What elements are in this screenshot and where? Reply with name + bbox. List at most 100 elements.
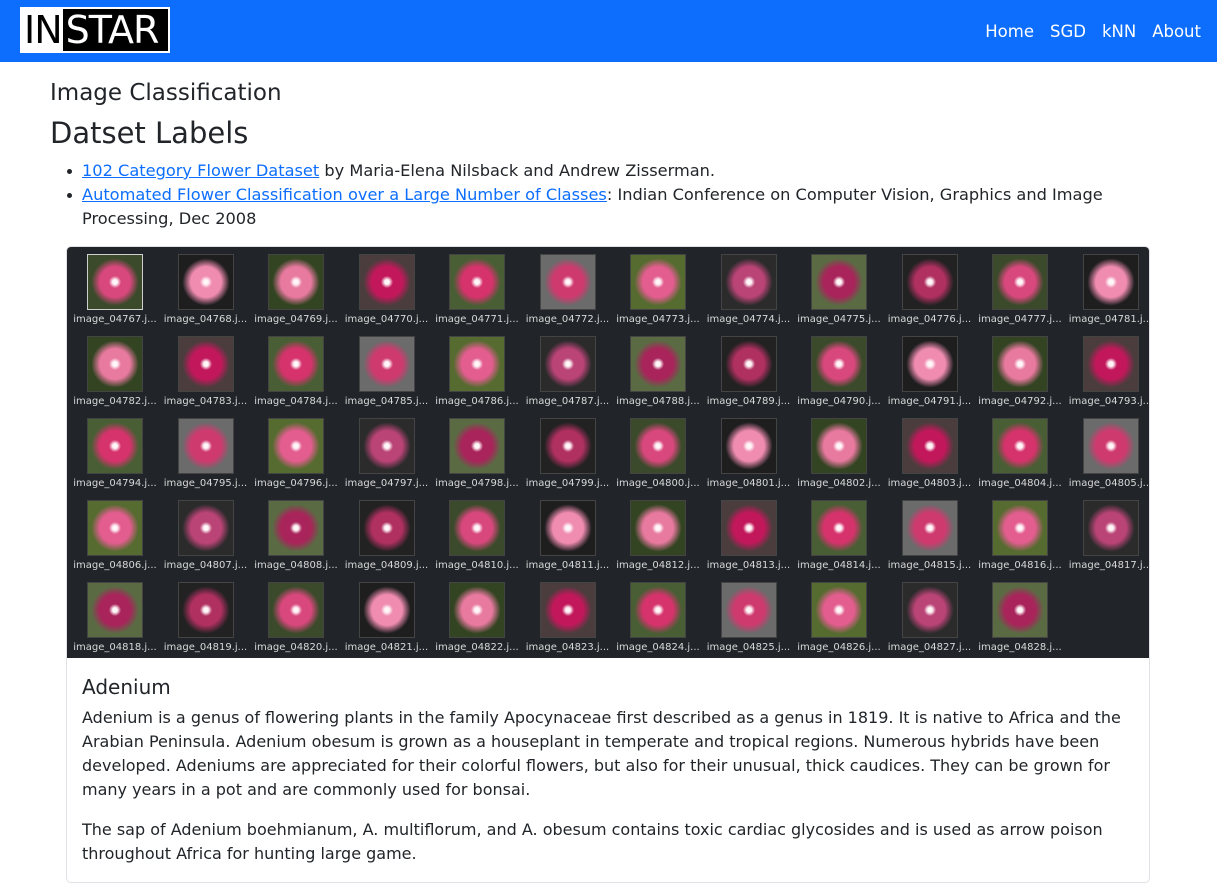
gallery-thumbnail[interactable]: image_04772.j... — [523, 247, 613, 329]
image-filename: image_04795.j... — [163, 478, 248, 489]
gallery-thumbnail[interactable]: image_04793.j... — [1066, 329, 1149, 411]
gallery-thumbnail[interactable]: image_04785.j... — [342, 329, 432, 411]
gallery-thumbnail[interactable]: image_04827.j... — [885, 575, 975, 657]
nav-about-link[interactable]: About — [1152, 22, 1201, 41]
image-filename: image_04820.j... — [254, 642, 338, 653]
image-filename: image_04805.j... — [1068, 478, 1150, 489]
image-filename: image_04812.j... — [616, 560, 700, 571]
paper-link[interactable]: Automated Flower Classification over a L… — [82, 185, 607, 204]
gallery-thumbnail[interactable]: image_04787.j... — [523, 329, 613, 411]
gallery-thumbnail[interactable]: image_04822.j... — [432, 575, 522, 657]
flower-image — [358, 336, 415, 392]
gallery-thumbnail[interactable]: image_04821.j... — [342, 575, 432, 657]
gallery-thumbnail[interactable]: image_04805.j... — [1066, 411, 1150, 493]
gallery-thumbnail[interactable]: image_04802.j... — [794, 411, 884, 493]
image-filename: image_04782.j... — [73, 396, 157, 407]
gallery-thumbnail[interactable]: image_04828.j... — [975, 575, 1065, 657]
flower-image — [177, 254, 234, 310]
gallery-thumbnail[interactable]: image_04769.j... — [251, 247, 341, 329]
gallery-thumbnail[interactable]: image_04813.j... — [704, 493, 794, 575]
gallery-thumbnail[interactable]: image_04819.j... — [161, 575, 251, 657]
gallery-thumbnail[interactable]: image_04804.j... — [975, 411, 1065, 493]
image-filename: image_04813.j... — [706, 560, 791, 571]
image-filename: image_04808.j... — [254, 560, 338, 571]
flower-dataset-link[interactable]: 102 Category Flower Dataset — [82, 161, 319, 180]
image-filename: image_04826.j... — [797, 642, 881, 653]
nav-knn-link[interactable]: kNN — [1102, 22, 1136, 41]
flower-image — [268, 418, 324, 474]
gallery-thumbnail[interactable]: image_04782.j... — [70, 329, 160, 411]
gallery-thumbnail[interactable]: image_04816.j... — [975, 493, 1065, 575]
flower-image — [539, 500, 596, 556]
gallery-thumbnail[interactable]: image_04820.j... — [251, 575, 341, 657]
gallery-thumbnail[interactable]: image_04809.j... — [342, 493, 432, 575]
flower-image — [539, 582, 596, 638]
gallery-thumbnail[interactable]: image_04807.j... — [161, 493, 251, 575]
logo-text-in: IN — [22, 8, 63, 52]
gallery-thumbnail[interactable]: image_04784.j... — [251, 329, 341, 411]
flower-image — [1082, 418, 1139, 474]
gallery-thumbnail[interactable]: image_04776.j... — [885, 247, 975, 329]
gallery-thumbnail[interactable]: image_04801.j... — [704, 411, 794, 493]
image-filename: image_04818.j... — [73, 642, 157, 653]
gallery-thumbnail[interactable]: image_04814.j... — [794, 493, 884, 575]
gallery-thumbnail[interactable]: image_04823.j... — [523, 575, 613, 657]
gallery-thumbnail[interactable]: image_04817.j... — [1066, 493, 1149, 575]
gallery-thumbnail[interactable]: image_04781.j... — [1066, 247, 1149, 329]
flower-image — [630, 418, 686, 474]
gallery-thumbnail[interactable]: image_04796.j... — [251, 411, 341, 493]
instar-logo[interactable]: IN STAR — [20, 7, 170, 53]
gallery-thumbnail[interactable]: image_04770.j... — [342, 247, 432, 329]
reference-item: Automated Flower Classification over a L… — [67, 183, 1162, 231]
gallery-thumbnail[interactable]: image_04794.j... — [70, 411, 160, 493]
image-filename: image_04772.j... — [525, 314, 610, 325]
gallery-thumbnail[interactable]: image_04783.j... — [161, 329, 251, 411]
image-filename: image_04825.j... — [706, 642, 791, 653]
gallery-thumbnail[interactable]: image_04789.j... — [704, 329, 794, 411]
gallery-thumbnail[interactable]: image_04788.j... — [613, 329, 703, 411]
gallery-thumbnail[interactable]: image_04786.j... — [432, 329, 522, 411]
gallery-thumbnail[interactable]: image_04771.j... — [432, 247, 522, 329]
gallery-thumbnail[interactable]: image_04826.j... — [794, 575, 884, 657]
gallery-thumbnail[interactable]: image_04798.j... — [432, 411, 522, 493]
gallery-thumbnail[interactable]: image_04797.j... — [342, 411, 432, 493]
gallery-thumbnail[interactable]: image_04803.j... — [885, 411, 975, 493]
gallery-thumbnail[interactable]: image_04812.j... — [613, 493, 703, 575]
gallery-thumbnail[interactable]: image_04800.j... — [613, 411, 703, 493]
image-filename: image_04791.j... — [887, 396, 972, 407]
gallery-thumbnail[interactable]: image_04775.j... — [794, 247, 884, 329]
gallery-thumbnail[interactable]: image_04808.j... — [251, 493, 341, 575]
gallery-thumbnail[interactable]: image_04777.j... — [975, 247, 1065, 329]
gallery-thumbnail[interactable]: image_04824.j... — [613, 575, 703, 657]
gallery-thumbnail[interactable]: image_04818.j... — [70, 575, 160, 657]
gallery-thumbnail[interactable]: image_04795.j... — [161, 411, 251, 493]
gallery-thumbnail[interactable]: image_04810.j... — [432, 493, 522, 575]
gallery-thumbnail[interactable]: image_04815.j... — [885, 493, 975, 575]
gallery-thumbnail[interactable]: image_04774.j... — [704, 247, 794, 329]
nav-home-link[interactable]: Home — [985, 22, 1034, 41]
flower-image — [901, 336, 958, 392]
gallery-thumbnail[interactable]: image_04792.j... — [975, 329, 1065, 411]
image-filename: image_04819.j... — [163, 642, 248, 653]
gallery-thumbnail[interactable]: image_04791.j... — [885, 329, 975, 411]
image-gallery: image_04767.j... image_04768.j... image_04… — [67, 247, 1149, 658]
gallery-thumbnail[interactable]: image_04773.j... — [613, 247, 703, 329]
flower-image — [268, 254, 324, 310]
flower-image — [177, 418, 234, 474]
gallery-thumbnail[interactable]: image_04799.j... — [523, 411, 613, 493]
gallery-thumbnail[interactable]: image_04790.j... — [794, 329, 884, 411]
flower-image — [268, 582, 324, 638]
flower-image — [992, 582, 1048, 638]
gallery-thumbnail[interactable]: image_04767.j... — [70, 247, 160, 329]
flower-image — [177, 582, 234, 638]
gallery-thumbnail[interactable]: image_04811.j... — [523, 493, 613, 575]
gallery-thumbnail[interactable]: image_04806.j... — [70, 493, 160, 575]
image-filename: image_04806.j... — [73, 560, 157, 571]
gallery-thumbnail[interactable]: image_04768.j... — [161, 247, 251, 329]
nav-sgd-link[interactable]: SGD — [1050, 22, 1086, 41]
flower-image — [811, 254, 867, 310]
image-filename: image_04801.j... — [706, 478, 791, 489]
image-filename: image_04816.j... — [978, 560, 1062, 571]
image-filename: image_04775.j... — [797, 314, 881, 325]
gallery-thumbnail[interactable]: image_04825.j... — [704, 575, 794, 657]
